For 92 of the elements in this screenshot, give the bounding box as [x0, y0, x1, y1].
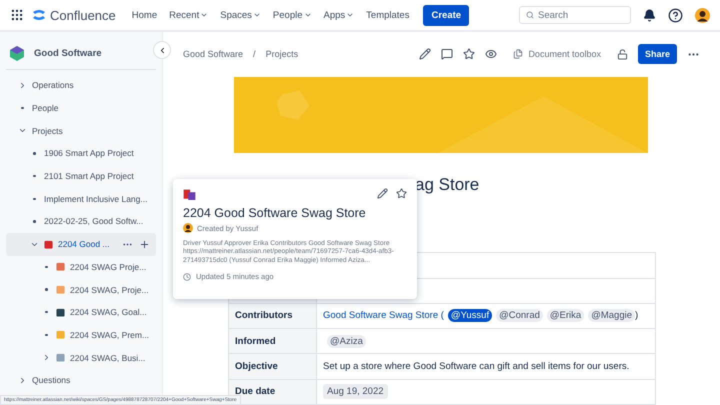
cell-text: Set up a store where Good Software can gift and sell items for our users.: [323, 361, 630, 372]
plus-icon[interactable]: [139, 238, 150, 250]
watch-icon[interactable]: [485, 48, 498, 60]
row-header: Informed: [228, 328, 316, 354]
tree-item[interactable]: 2204 SWAG, Goal...: [6, 300, 156, 324]
app-switcher-icon[interactable]: [10, 8, 24, 22]
chevron-right-icon[interactable]: [18, 80, 27, 90]
user-mention[interactable]: @Aziza: [327, 334, 366, 348]
chevron-right-icon[interactable]: [18, 376, 27, 385]
bell-icon[interactable]: [643, 8, 656, 22]
unlock-icon[interactable]: [616, 48, 628, 60]
bullet-icon: [21, 106, 24, 110]
avatar[interactable]: [695, 8, 710, 22]
card-title[interactable]: 2204 Good Software Swag Store: [183, 206, 407, 220]
bullet-icon: [45, 288, 48, 291]
cell-text: ): [635, 310, 638, 322]
page-link[interactable]: Good Software Swag Store (: [323, 310, 444, 322]
page-title-label: Projects: [32, 126, 63, 136]
caret-icon: [304, 11, 312, 19]
star-icon[interactable]: [396, 188, 407, 199]
user-mention[interactable]: @Conrad: [496, 309, 543, 322]
page-title-label: 2204 Good ...: [58, 239, 110, 250]
nav-link[interactable]: Templates: [362, 6, 414, 24]
bullet-icon: [33, 220, 36, 223]
tree-item[interactable]: Operations: [6, 74, 156, 97]
caret-icon: [346, 11, 354, 19]
breadcrumb-link[interactable]: Projects: [266, 49, 298, 60]
star-icon[interactable]: [463, 48, 476, 60]
tree-item[interactable]: 2101 Smart App Project: [6, 164, 156, 188]
page-title: ag Store: [415, 174, 480, 196]
bullet-icon: [33, 174, 36, 178]
breadcrumb-separator: /: [253, 49, 256, 60]
comment-icon[interactable]: [441, 48, 454, 60]
chevron-right-icon[interactable]: [42, 353, 51, 362]
bullet-icon: [45, 266, 48, 268]
product-name: Confluence: [50, 8, 116, 22]
tree-item[interactable]: Implement Inclusive Lang...: [6, 187, 156, 210]
page-title-label: 2204 SWAG, Prem...: [70, 330, 150, 340]
tree-item[interactable]: 2204 SWAG Proje...: [6, 256, 156, 278]
bullet-icon: [33, 152, 36, 155]
clock-icon: [183, 272, 191, 281]
space-name[interactable]: Good Software: [34, 48, 102, 59]
create-button[interactable]: Create: [423, 4, 470, 26]
edit-icon[interactable]: [377, 188, 388, 199]
bullet-icon: [45, 310, 48, 314]
row-header: Contributors: [228, 303, 316, 329]
tree-item[interactable]: 1906 Smart App Project: [6, 142, 156, 165]
user-mention[interactable]: @Yussuf: [448, 309, 492, 322]
nav-link[interactable]: Spaces: [216, 6, 265, 24]
page-title-label: 2022-02-25, Good Softw...: [44, 216, 144, 226]
help-icon[interactable]: [668, 8, 683, 22]
tree-item[interactable]: 2204 SWAG, Proje...: [6, 278, 156, 301]
tree-item[interactable]: 2022-02-25, Good Softw...: [6, 210, 156, 233]
tree-item[interactable]: 2204 SWAG, Prem...: [6, 324, 156, 346]
caret-icon: [252, 11, 261, 19]
documents-icon: [513, 49, 524, 60]
search-icon: [526, 10, 534, 20]
nav-link[interactable]: People: [268, 6, 316, 24]
page-title-label: Implement Inclusive Lang...: [44, 194, 148, 204]
page-title-label: Questions: [32, 375, 70, 386]
tree-item[interactable]: People: [6, 96, 156, 120]
tree-item[interactable]: Questions: [6, 368, 156, 392]
page-title-label: 1906 Smart App Project: [44, 148, 134, 158]
edit-icon[interactable]: [419, 48, 432, 60]
date-chip[interactable]: Aug 19, 2022: [323, 384, 388, 400]
tree-item[interactable]: 2204 SWAG, Busi...: [6, 346, 156, 369]
caret-icon: [200, 11, 208, 19]
search-field[interactable]: Search: [538, 7, 624, 23]
document-toolbox-button[interactable]: Document toolbox: [507, 48, 607, 60]
tree-item[interactable]: Projects: [6, 119, 156, 142]
page-title-label: People: [32, 103, 58, 114]
logo-icon: [32, 9, 46, 21]
page-title-label: 2204 SWAG Proje...: [70, 262, 146, 272]
space-logo-icon: [10, 46, 24, 61]
tree-item[interactable]: 2204 Good ...: [6, 232, 156, 256]
user-mention[interactable]: @Erika: [546, 309, 584, 322]
share-button[interactable]: Share: [638, 44, 677, 64]
page-title-label: 2204 SWAG, Busi...: [70, 352, 146, 363]
bullet-icon: [45, 334, 48, 336]
user-mention[interactable]: @Maggie: [588, 309, 636, 322]
nav-link[interactable]: Recent: [165, 6, 212, 24]
search-box[interactable]: Search: [519, 6, 631, 24]
row-header: Objective: [228, 354, 316, 380]
page-title-label: 2101 Smart App Project: [44, 171, 134, 182]
page-title-label: 2204 SWAG, Proje...: [70, 284, 149, 295]
breadcrumb-link[interactable]: Good Software: [183, 49, 244, 60]
nav-link[interactable]: Home: [128, 6, 162, 24]
nav-link[interactable]: Apps: [320, 6, 358, 24]
page-title-label: Operations: [32, 80, 74, 90]
avatar: [183, 223, 193, 233]
page-title-label: 2204 SWAG, Goal...: [70, 307, 147, 318]
bullet-icon: [33, 198, 36, 200]
